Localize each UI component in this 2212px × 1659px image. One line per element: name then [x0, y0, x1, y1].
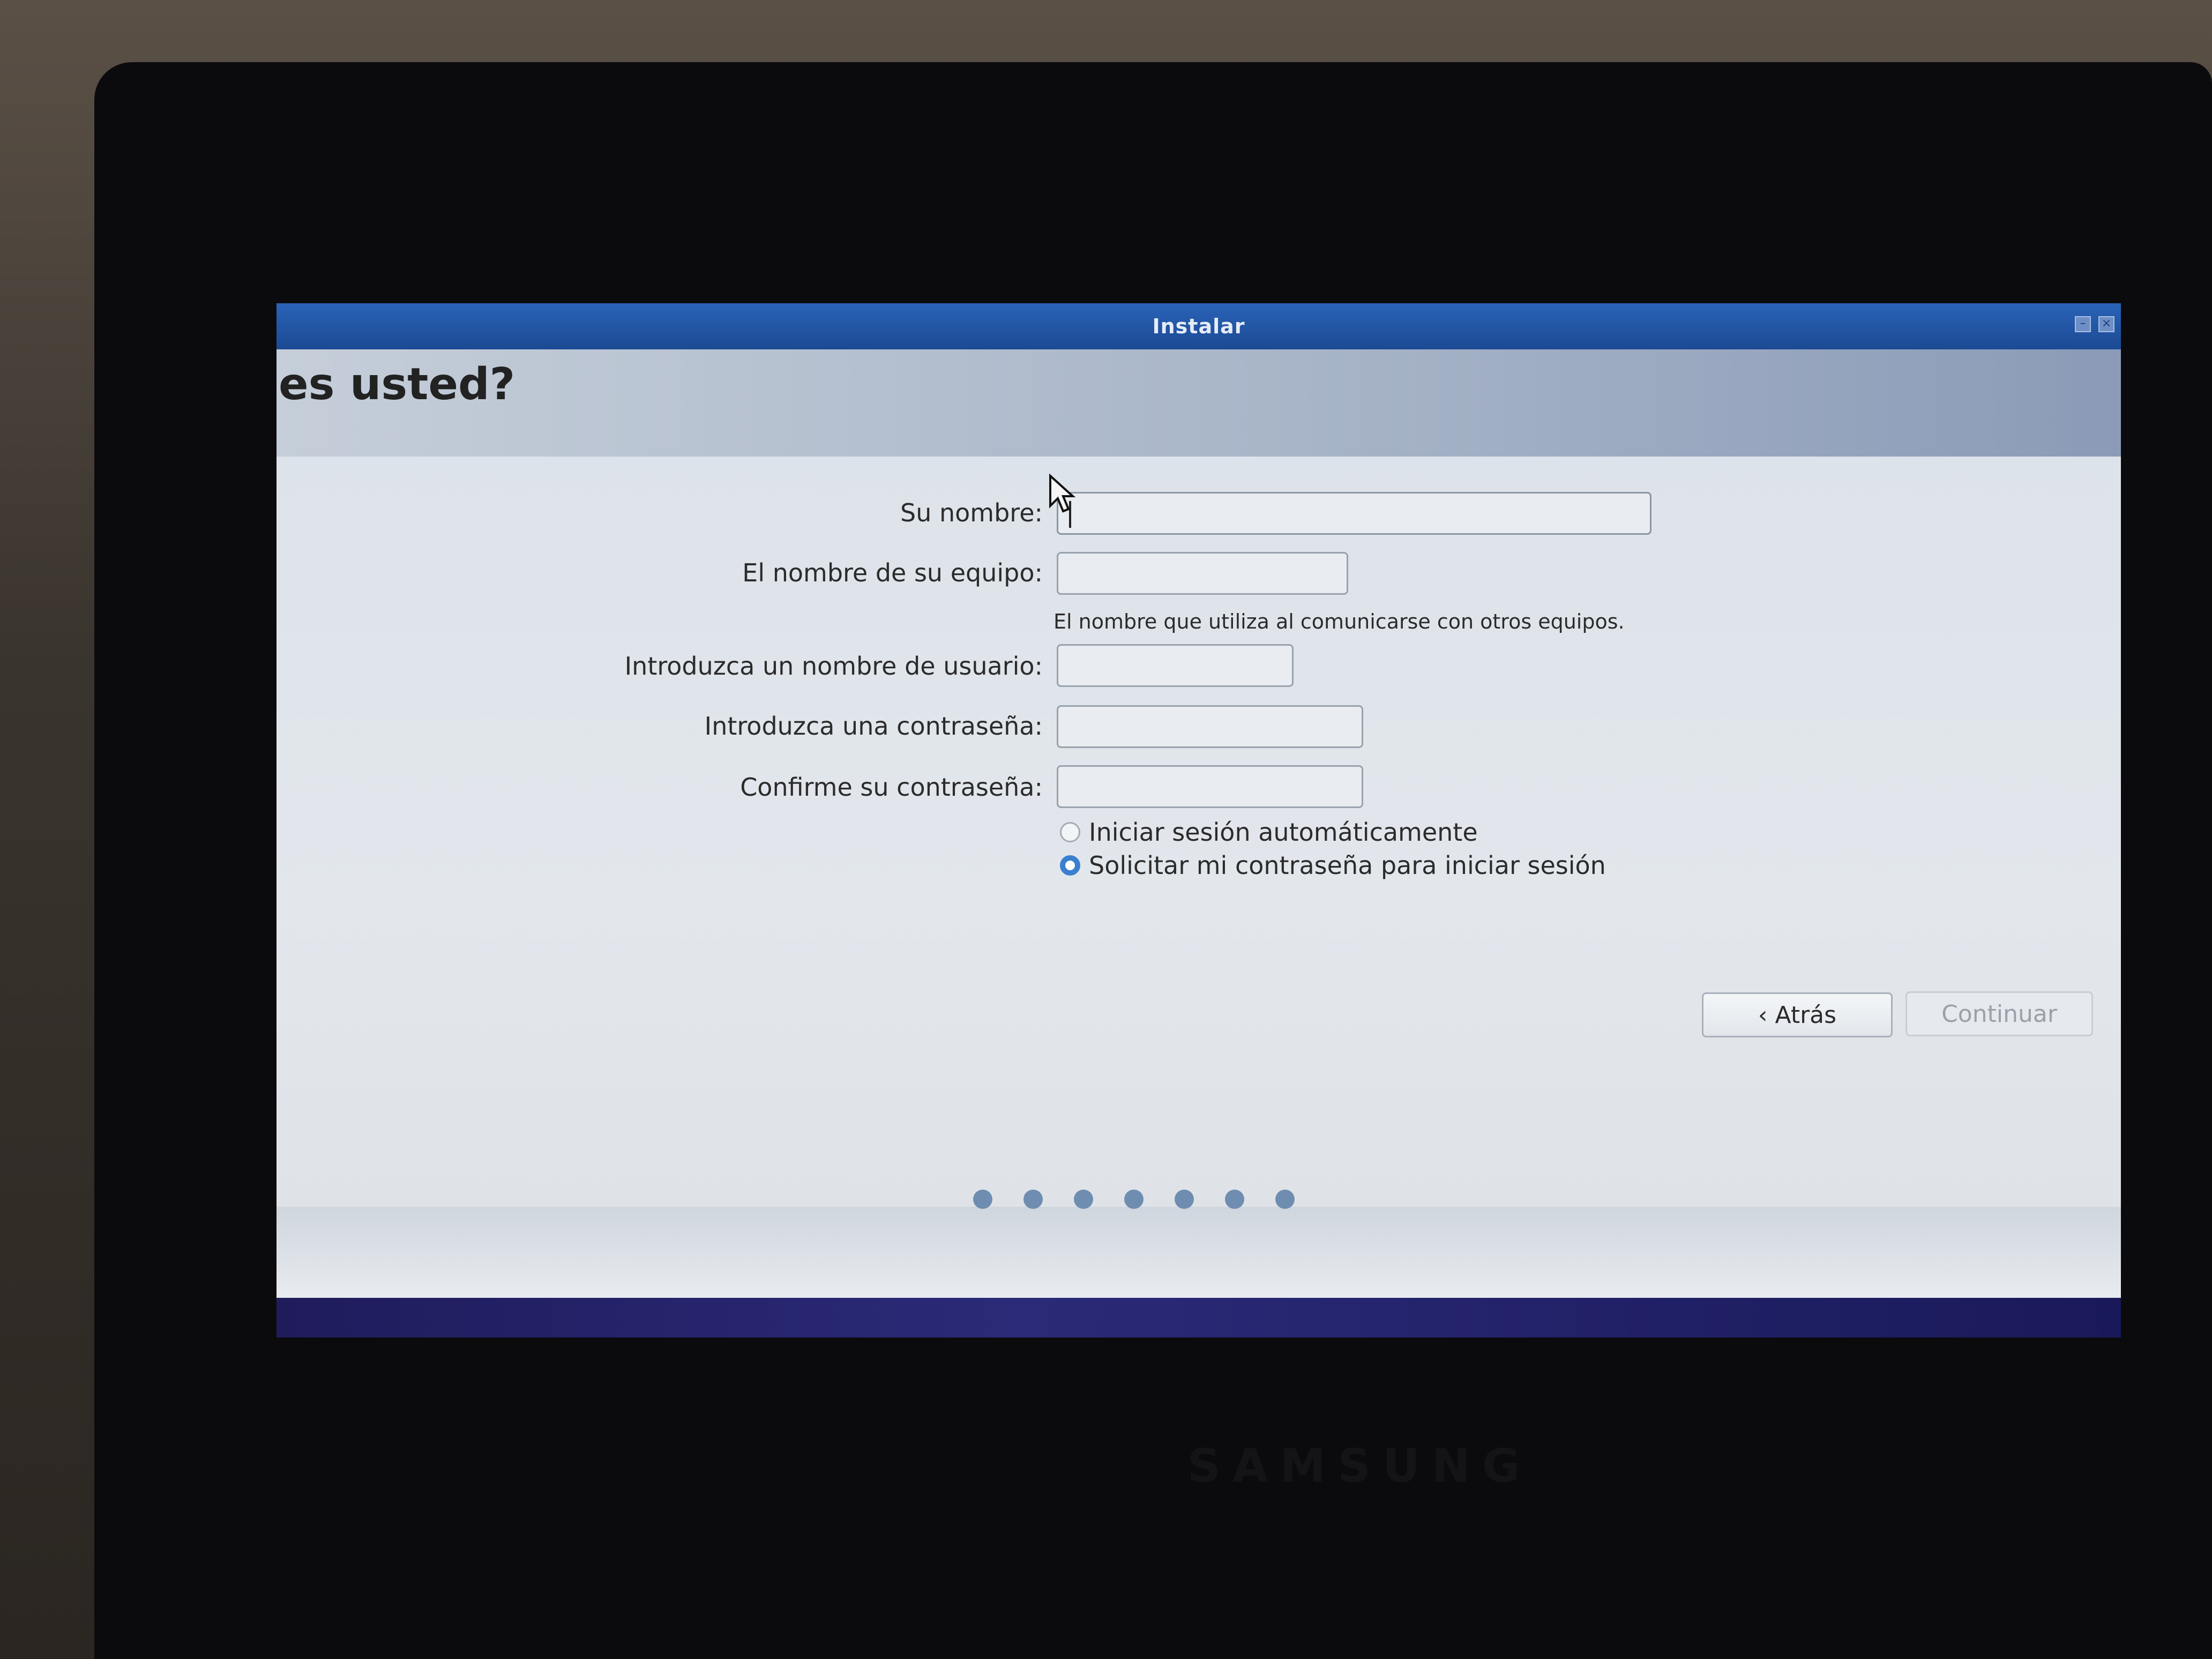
brand-logo: SAMSUNG	[1187, 1439, 1532, 1493]
auto-login-option[interactable]: Iniciar sesión automáticamente	[1060, 818, 1478, 847]
progress-dot	[1175, 1190, 1194, 1209]
screen-bottom-bar	[276, 1298, 2121, 1337]
continue-button-label: Continuar	[1941, 1000, 2057, 1028]
require-password-label: Solicitar mi contraseña para iniciar ses…	[1089, 851, 1606, 880]
close-icon[interactable]: ×	[2098, 316, 2114, 332]
name-field[interactable]	[1057, 492, 1651, 535]
username-label: Introduzca un nombre de usuario:	[624, 652, 1043, 681]
page-title: es usted?	[279, 359, 515, 410]
progress-dot	[973, 1190, 992, 1209]
auto-login-radio[interactable]	[1060, 822, 1080, 842]
chevron-left-icon: ‹	[1758, 1001, 1768, 1029]
back-button-label: Atrás	[1775, 1001, 1837, 1029]
require-password-radio[interactable]	[1060, 855, 1080, 876]
auto-login-label: Iniciar sesión automáticamente	[1089, 818, 1478, 847]
progress-dot	[1023, 1190, 1043, 1209]
password-label: Introduzca una contraseña:	[704, 712, 1043, 741]
window-titlebar[interactable]: Instalar – ×	[276, 303, 2121, 349]
progress-dot	[1074, 1190, 1093, 1209]
progress-dot	[1275, 1190, 1295, 1209]
progress-dot	[1225, 1190, 1244, 1209]
minimize-icon[interactable]: –	[2075, 316, 2091, 332]
progress-indicator	[973, 1190, 1295, 1209]
computer-name-field[interactable]	[1057, 552, 1348, 595]
confirm-password-field[interactable]	[1057, 765, 1363, 808]
username-field[interactable]	[1057, 644, 1294, 687]
confirm-password-label: Confirme su contraseña:	[740, 773, 1043, 802]
password-field[interactable]	[1057, 705, 1363, 748]
footer-band	[276, 1207, 2121, 1298]
window-controls: – ×	[2075, 316, 2114, 332]
computer-name-label: El nombre de su equipo:	[742, 558, 1043, 587]
continue-button[interactable]: Continuar	[1905, 991, 2093, 1036]
name-label: Su nombre:	[900, 498, 1043, 527]
header-band	[276, 349, 2121, 457]
require-password-option[interactable]: Solicitar mi contraseña para iniciar ses…	[1060, 851, 1606, 880]
progress-dot	[1124, 1190, 1144, 1209]
window-title: Instalar	[1152, 315, 1245, 338]
computer-name-hint: El nombre que utiliza al comunicarse con…	[1053, 610, 1625, 633]
back-button[interactable]: ‹ Atrás	[1702, 992, 1893, 1037]
installer-window: Instalar – × es usted? Su nombre: El nom…	[276, 303, 2121, 1337]
form-panel: Su nombre: El nombre de su equipo: El no…	[276, 457, 2121, 1207]
